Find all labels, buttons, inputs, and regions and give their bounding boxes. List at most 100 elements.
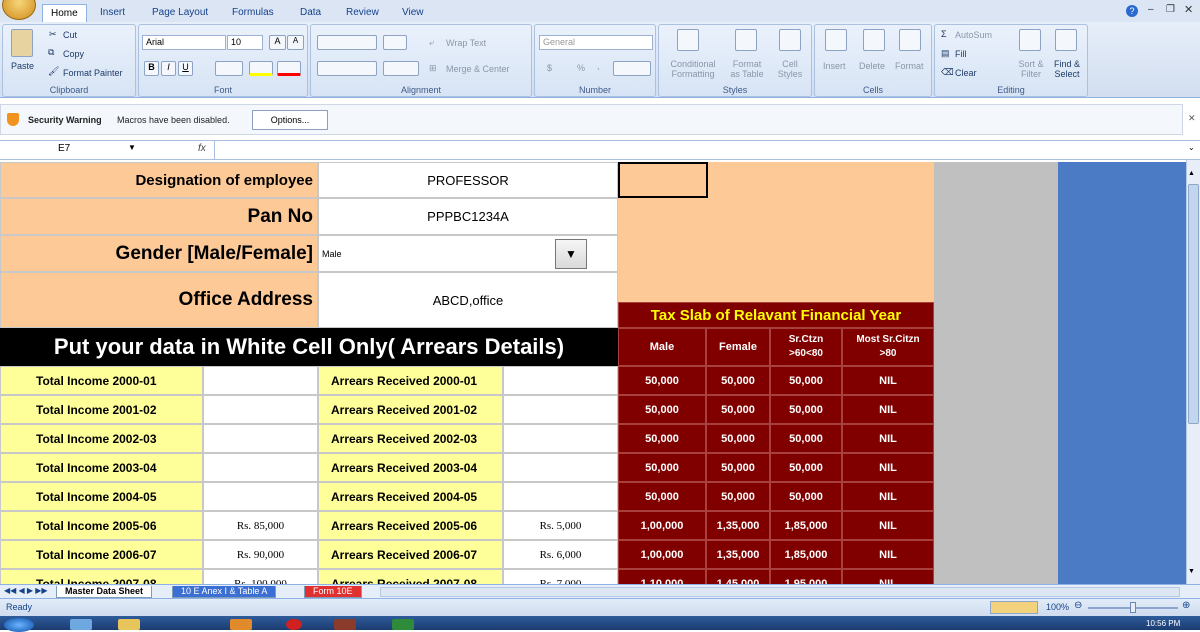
merge-center-icon[interactable]: ⊞ xyxy=(429,63,437,74)
font-size-select[interactable]: 10 xyxy=(227,35,263,50)
wrap-text-icon[interactable]: ⤶ xyxy=(429,37,434,48)
font-color-icon[interactable] xyxy=(277,61,301,76)
close-icon[interactable]: ✕ xyxy=(1184,3,1193,16)
arrears-input[interactable]: Rs. 7,000 xyxy=(503,569,618,584)
income-input[interactable]: Rs. 90,000 xyxy=(203,540,318,569)
number-format-select[interactable]: General xyxy=(539,35,653,50)
taskbar-app-icon[interactable] xyxy=(392,619,414,630)
gender-select[interactable]: Male ▼ xyxy=(318,235,618,272)
format-cells-icon[interactable] xyxy=(899,29,921,51)
sort-filter-icon[interactable] xyxy=(1019,29,1041,51)
income-input[interactable] xyxy=(203,366,318,395)
arrears-input[interactable] xyxy=(503,395,618,424)
vertical-scrollbar[interactable]: ▲ ▼ xyxy=(1186,160,1200,584)
comma-button[interactable]: , xyxy=(597,61,600,71)
view-buttons-icon[interactable] xyxy=(990,601,1038,614)
tab-review[interactable]: Review xyxy=(338,4,387,22)
sort-filter-button[interactable]: Sort & Filter xyxy=(1013,59,1049,79)
zoom-out-icon[interactable]: ⊖ xyxy=(1074,600,1082,611)
find-select-icon[interactable] xyxy=(1055,29,1077,51)
conditional-formatting-button[interactable]: Conditional Formatting xyxy=(663,59,723,79)
merge-center-button[interactable]: Merge & Center xyxy=(446,64,510,74)
scroll-up-icon[interactable]: ▲ xyxy=(1188,170,1195,177)
pan-input[interactable]: PPPBC1234A xyxy=(318,198,618,235)
scroll-down-icon[interactable]: ▼ xyxy=(1188,568,1195,575)
tab-data[interactable]: Data xyxy=(292,4,329,22)
taskbar-app-icon[interactable] xyxy=(286,619,302,630)
conditional-formatting-icon[interactable] xyxy=(677,29,699,51)
sheet-tab-form10e[interactable]: Form 10E xyxy=(304,586,362,598)
taskbar-app-icon[interactable] xyxy=(118,619,140,630)
paste-icon[interactable] xyxy=(11,29,33,57)
name-box[interactable]: E7 ▼ xyxy=(0,141,138,159)
arrears-input[interactable] xyxy=(503,482,618,511)
wrap-text-button[interactable]: Wrap Text xyxy=(446,38,486,48)
horizontal-scrollbar[interactable] xyxy=(380,587,1180,597)
expand-formula-icon[interactable]: ⌄ xyxy=(1188,143,1195,152)
arrears-input[interactable]: Rs. 5,000 xyxy=(503,511,618,540)
borders-icon[interactable] xyxy=(215,61,243,76)
copy-button[interactable]: Copy xyxy=(63,49,84,59)
fill-color-icon[interactable] xyxy=(249,61,273,76)
align-left-icon[interactable] xyxy=(317,61,377,76)
decimal-icon[interactable] xyxy=(613,61,651,76)
clear-icon[interactable]: ⌫ xyxy=(941,67,954,78)
sheet-tab-master[interactable]: Master Data Sheet xyxy=(56,586,153,598)
office-input[interactable]: ABCD,office xyxy=(318,272,618,328)
autosum-icon[interactable]: Σ xyxy=(941,29,947,39)
cell-styles-icon[interactable] xyxy=(779,29,801,51)
tab-page-layout[interactable]: Page Layout xyxy=(144,4,216,22)
font-name-select[interactable]: Arial xyxy=(142,35,226,50)
align-top-icon[interactable] xyxy=(317,35,377,50)
cell-styles-button[interactable]: Cell Styles xyxy=(771,59,809,79)
zoom-level[interactable]: 100% xyxy=(1046,602,1069,612)
zoom-in-icon[interactable]: ⊕ xyxy=(1182,600,1190,611)
designation-input[interactable]: PROFESSOR xyxy=(318,162,618,198)
active-cell-E7[interactable] xyxy=(618,162,708,198)
restore-icon[interactable]: ❐ xyxy=(1166,4,1175,15)
bold-button[interactable]: B xyxy=(144,61,159,76)
gender-dropdown-button[interactable]: ▼ xyxy=(555,239,587,269)
cut-button[interactable]: Cut xyxy=(63,30,77,40)
insert-cells-button[interactable]: Insert xyxy=(823,61,846,71)
tab-formulas[interactable]: Formulas xyxy=(224,4,282,22)
indent-icon[interactable] xyxy=(383,61,419,76)
italic-button[interactable]: I xyxy=(161,61,176,76)
close-warning-icon[interactable]: ✕ xyxy=(1188,113,1196,124)
arrears-input[interactable]: Rs. 6,000 xyxy=(503,540,618,569)
cut-icon[interactable]: ✂ xyxy=(49,29,57,40)
insert-cells-icon[interactable] xyxy=(825,29,847,51)
zoom-slider-thumb[interactable] xyxy=(1130,602,1136,613)
grow-font-icon[interactable]: A xyxy=(269,35,286,50)
paste-button[interactable]: Paste xyxy=(11,61,34,71)
clear-button[interactable]: Clear xyxy=(955,68,977,78)
help-icon[interactable]: ? xyxy=(1126,5,1138,17)
income-input[interactable] xyxy=(203,482,318,511)
name-box-dropdown-icon[interactable]: ▼ xyxy=(128,143,136,152)
tab-insert[interactable]: Insert xyxy=(92,4,133,22)
orientation-icon[interactable] xyxy=(383,35,407,50)
fill-button[interactable]: Fill xyxy=(955,49,967,59)
taskbar-app-icon[interactable] xyxy=(230,619,252,630)
income-input[interactable] xyxy=(203,453,318,482)
format-cells-button[interactable]: Format xyxy=(895,61,924,71)
autosum-button[interactable]: AutoSum xyxy=(955,30,992,40)
income-input[interactable] xyxy=(203,424,318,453)
tab-view[interactable]: View xyxy=(394,4,432,22)
minimize-icon[interactable]: – xyxy=(1148,4,1154,15)
shrink-font-icon[interactable]: A xyxy=(287,35,304,50)
format-table-icon[interactable] xyxy=(735,29,757,51)
tab-nav-icon[interactable]: ◀◀ ◀ ▶ ▶▶ xyxy=(4,586,48,595)
arrears-input[interactable] xyxy=(503,453,618,482)
income-input[interactable]: Rs. 100,000 xyxy=(203,569,318,584)
format-painter-button[interactable]: Format Painter xyxy=(63,68,123,78)
sheet-tab-anex[interactable]: 10 E Anex I & Table A xyxy=(172,586,277,598)
income-input[interactable]: Rs. 85,000 xyxy=(203,511,318,540)
function-icon[interactable]: fx xyxy=(198,143,206,154)
copy-icon[interactable]: ⧉ xyxy=(48,47,54,58)
delete-cells-icon[interactable] xyxy=(863,29,885,51)
fill-icon[interactable]: ▤ xyxy=(941,48,950,59)
income-input[interactable] xyxy=(203,395,318,424)
currency-button[interactable]: $ xyxy=(547,63,552,73)
arrears-input[interactable] xyxy=(503,424,618,453)
